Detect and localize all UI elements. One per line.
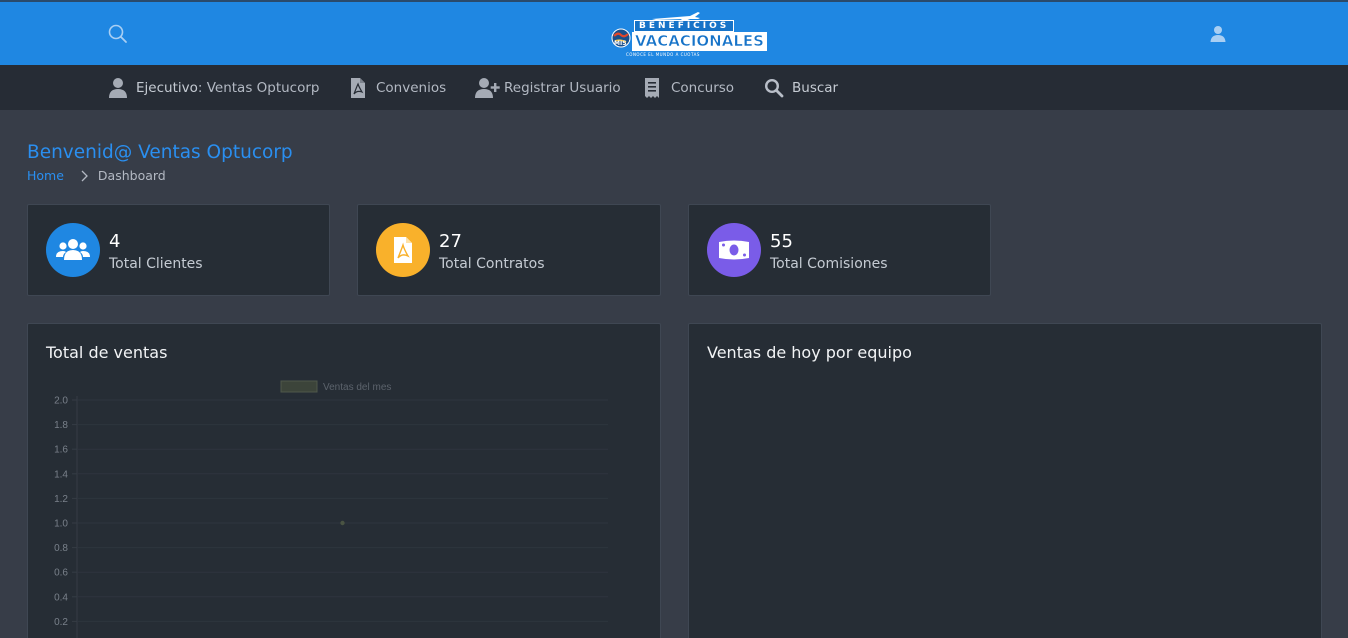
chart-y-tick-label: 1.2 [54,494,68,505]
nav-convenios-label: Convenios [376,79,447,96]
user-plus-icon [475,77,500,98]
chart-y-tick-label: 0.2 [54,617,68,628]
page-title: Benvenid@ Ventas Optucorp [27,142,293,163]
chart-y-tick-label: 0.4 [54,592,68,603]
receipt-icon [645,77,659,98]
chart-data-point [340,520,345,526]
nav-item-concurso[interactable]: Concurso [643,65,734,110]
chart-legend-swatch [280,380,318,393]
breadcrumb-home-link[interactable]: Home [27,168,64,183]
stat-value-comisiones: 55 [770,231,793,252]
stat-value-contratos: 27 [439,231,462,252]
chart-y-tick-label: 1.0 [54,519,68,530]
nav-concurso-label: Concurso [671,79,735,96]
stat-value-clientes: 4 [109,231,121,252]
stat-card-clientes[interactable]: 4 Total Clientes [27,204,330,296]
team-panel-title: Ventas de hoy por equipo [707,343,912,362]
team-sales-panel: Ventas de hoy por equipo [688,323,1322,638]
breadcrumb: Home Dashboard [27,168,166,183]
chart-legend-label: Ventas del mes [323,382,391,393]
stat-icon-clientes [46,223,100,277]
stat-label-clientes: Total Clientes [109,256,203,272]
stat-card-comisiones[interactable]: 55 Total Comisiones [688,204,991,296]
stat-icon-comisiones [707,223,761,277]
brand-logo[interactable]: BENEFICIOS MIS VACACIONALES CONOCE EL MU… [604,12,767,58]
top-header: BENEFICIOS MIS VACACIONALES CONOCE EL MU… [0,0,1348,65]
logo-line1: BENEFICIOS [634,20,735,32]
chart-y-tick-label: 1.6 [54,445,68,456]
chart-y-tick-label: 2.0 [54,396,68,407]
logo-line2: VACACIONALES [632,32,767,51]
logo-mis: MIS [614,40,627,47]
stat-label-contratos: Total Contratos [439,256,545,272]
chart-y-tick-label: 0.8 [54,543,68,554]
stat-label-comisiones: Total Comisiones [770,256,888,272]
stat-icon-contratos [376,223,430,277]
nav-buscar-label: Buscar [792,79,839,96]
nav-registrar-label: Registrar Usuario [504,79,621,96]
nav-item-ejecutivo[interactable]: Ejecutivo : Ventas Optucorp [108,65,320,110]
nav-ejecutivo-prefix: Ejecutivo [136,79,198,96]
chart-y-tick-label: 0.6 [54,568,68,579]
chevron-right-icon [81,170,88,181]
user-menu-button[interactable] [1208,24,1228,44]
nav-item-registrar-usuario[interactable]: Registrar Usuario [475,65,621,110]
main-navbar: Ejecutivo : Ventas Optucorp Convenios Re… [0,65,1348,110]
nav-item-convenios[interactable]: Convenios [348,65,446,110]
logo-tagline: CONOCE EL MUNDO A CUOTAS [626,52,700,57]
header-search-button[interactable] [106,22,130,46]
money-bill-icon [719,240,749,260]
nav-item-buscar[interactable]: Buscar [764,65,838,110]
pdf-file-icon [394,237,412,263]
sales-chart-panel: Total de ventas Ventas del mes 2.0 1.8 1.6 1… [27,323,661,638]
user-icon [109,77,127,98]
users-icon [56,239,90,260]
sales-line-chart: Ventas del mes 2.0 1.8 1.6 1.4 1.2 1.0 0.8 0.6 0.… [54,380,608,638]
chart-y-tick-label: 1.8 [54,420,68,431]
breadcrumb-current: Dashboard [97,168,166,183]
stat-card-contratos[interactable]: 27 Total Contratos [357,204,661,296]
search-icon [764,78,784,97]
nav-ejecutivo-label: : Ventas Optucorp [197,79,320,96]
search-icon [108,24,127,43]
user-icon [1210,26,1226,42]
chart-y-tick-label: 1.4 [54,469,68,480]
pdf-file-icon [351,77,365,98]
